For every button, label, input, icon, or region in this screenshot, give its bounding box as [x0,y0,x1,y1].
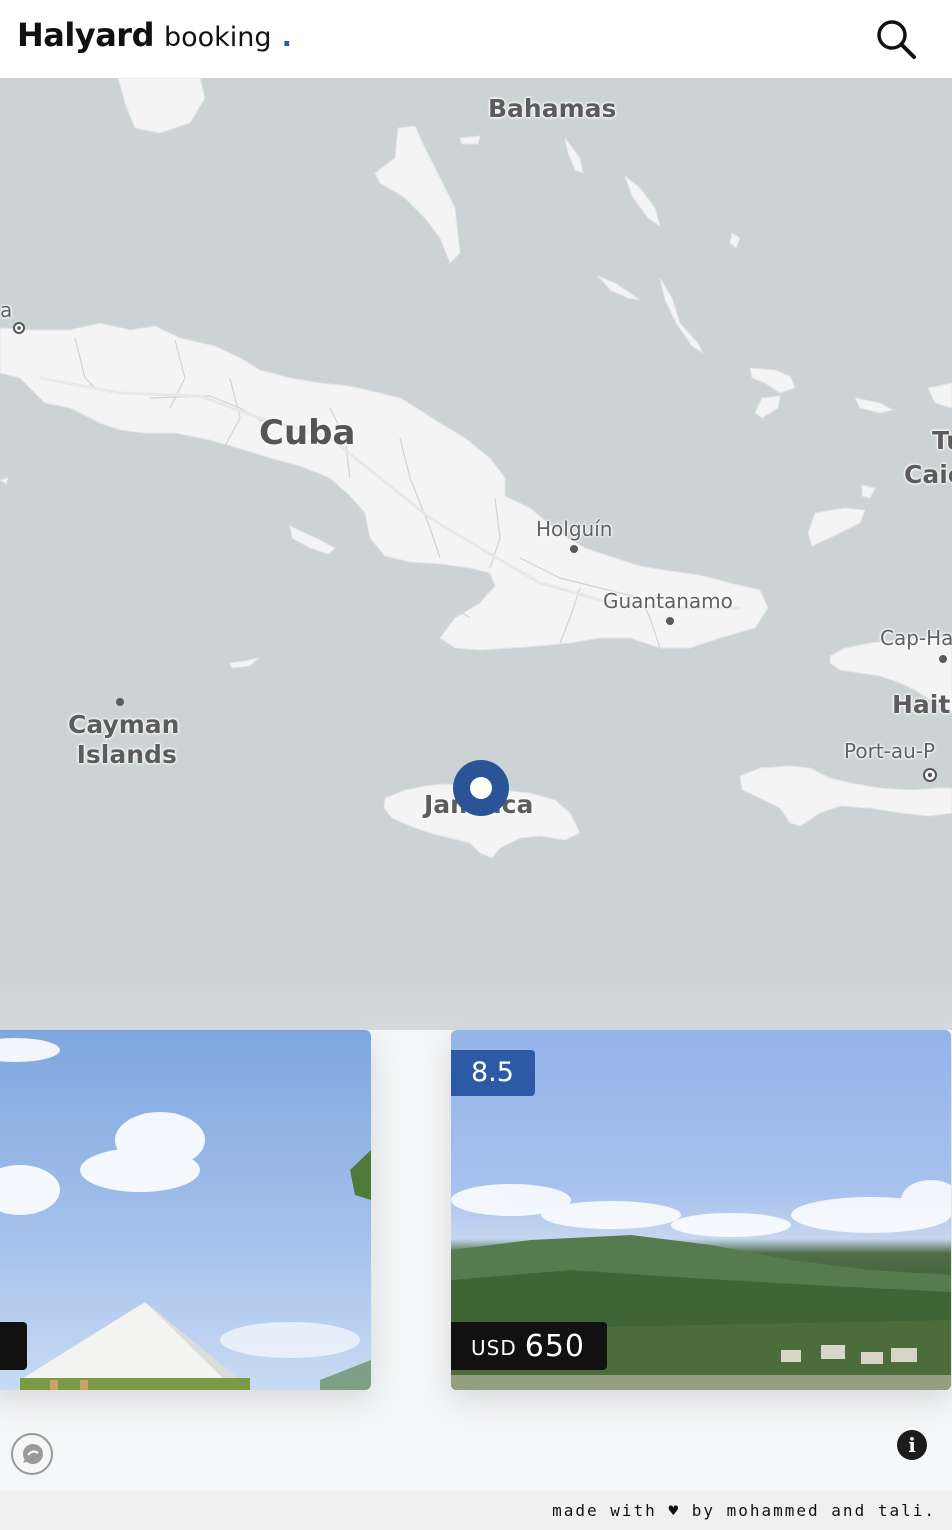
location-marker-icon[interactable] [453,760,509,816]
map-label-cayman-islands: Cayman Islands [68,710,180,770]
footer: made with ♥ by mohammed and tali. [0,1491,952,1530]
search-icon [877,20,916,59]
rating-badge: 8.5 [451,1050,535,1096]
map-label-turks-line2: Caic [904,460,952,489]
map-label-holguin: Holguín [536,517,613,541]
info-icon: i [908,1433,916,1457]
brand-name: Halyard [17,16,154,54]
listings-area: 8.5 USD 650 i [0,1030,952,1530]
map-label-havana-edge: a [0,298,13,322]
map-label-cayman-line2: Islands [76,740,177,770]
map-label-port-au-prince: Port-au-P [844,739,936,763]
price-currency: USD [471,1336,517,1360]
map-label-haiti: Haiti [892,690,952,719]
chat-button[interactable] [11,1433,53,1475]
info-button[interactable]: i [897,1430,927,1460]
map-view[interactable]: Bahamas Cuba Holguín Guantanamo Cayman I… [0,78,952,1030]
brand-logo[interactable]: Halyard booking . [17,16,292,54]
map-fade-overlay [0,978,952,1030]
chat-icon [23,1444,43,1464]
map-label-bahamas: Bahamas [488,94,617,123]
search-button[interactable] [872,16,920,62]
header-bar: Halyard booking . [0,0,952,78]
map-label-cayman-line1: Cayman [68,710,180,739]
map-label-cap-haitien: Cap-Ha [880,626,952,650]
price-value: 650 [524,1328,585,1364]
brand-dot: . [281,22,292,53]
listing-photo-left [0,1038,371,1390]
brand-subtitle: booking [163,22,272,53]
map-label-cuba: Cuba [259,413,356,453]
map-label-turks-line1: Tu [932,426,952,455]
map-land [0,78,952,859]
listing-card-right[interactable]: 8.5 USD 650 [451,1030,951,1390]
price-tag: USD 650 [451,1322,607,1370]
footer-credit: made with ♥ by mohammed and tali. [552,1501,936,1520]
map-label-guantanamo: Guantanamo [603,589,733,613]
listing-card-left[interactable] [0,1030,371,1390]
price-tag-partial [0,1322,27,1370]
